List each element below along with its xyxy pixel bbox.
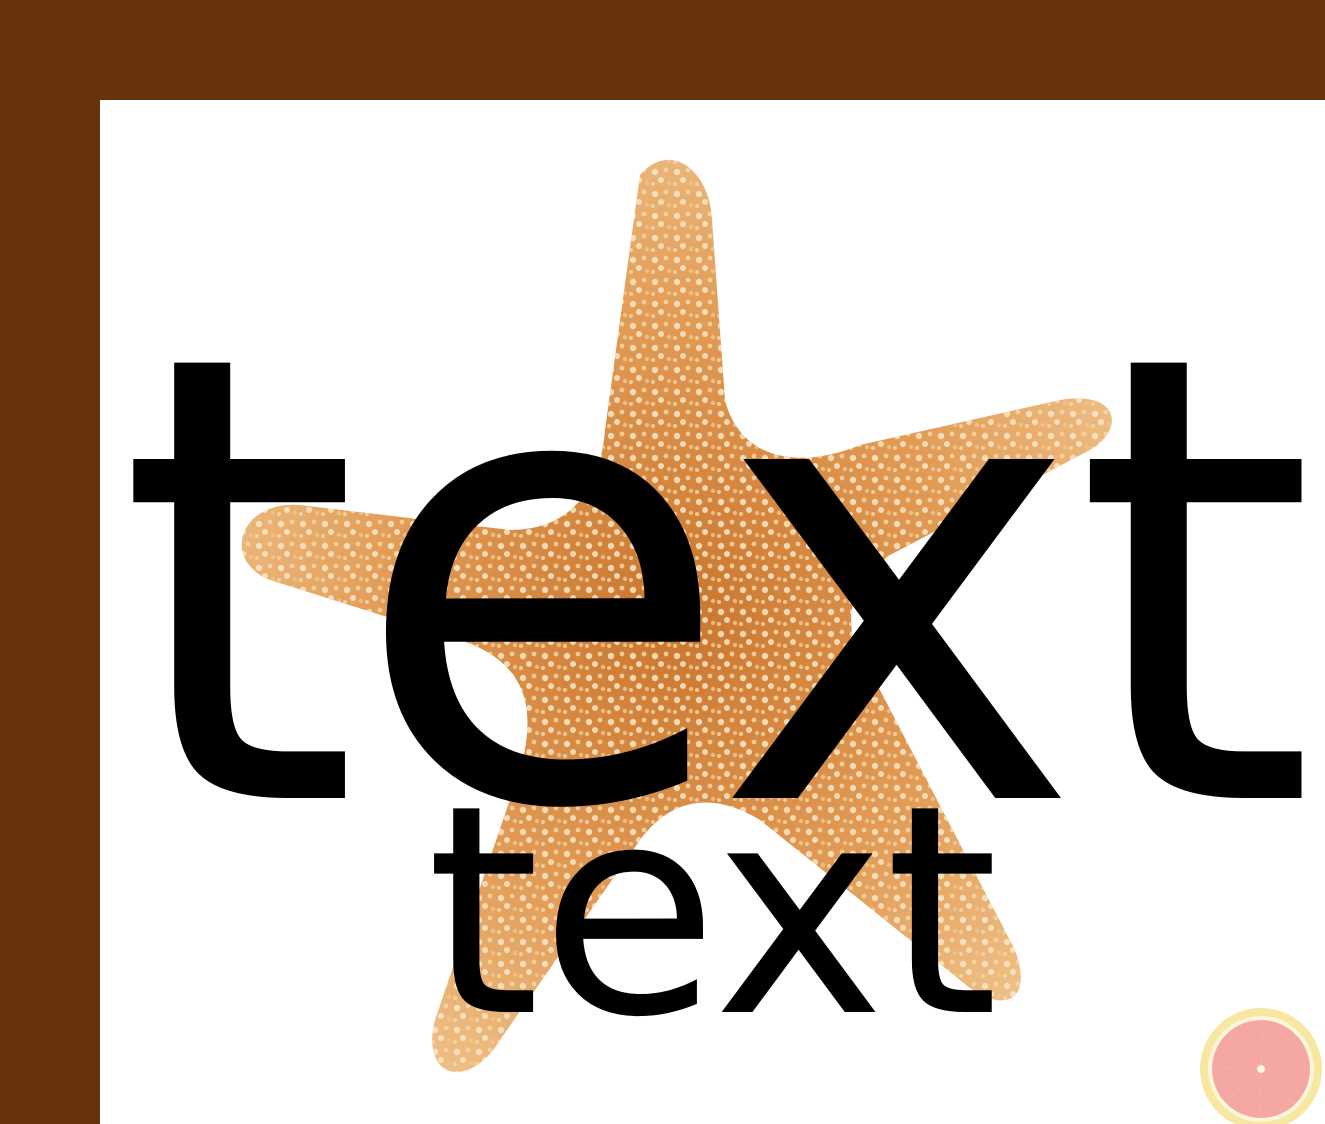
grapefruit-slice-icon [1200, 1008, 1322, 1124]
subline-text: text [426, 744, 999, 1081]
card-canvas: text text [100, 100, 1325, 1124]
brown-frame: text text [0, 0, 1325, 1124]
